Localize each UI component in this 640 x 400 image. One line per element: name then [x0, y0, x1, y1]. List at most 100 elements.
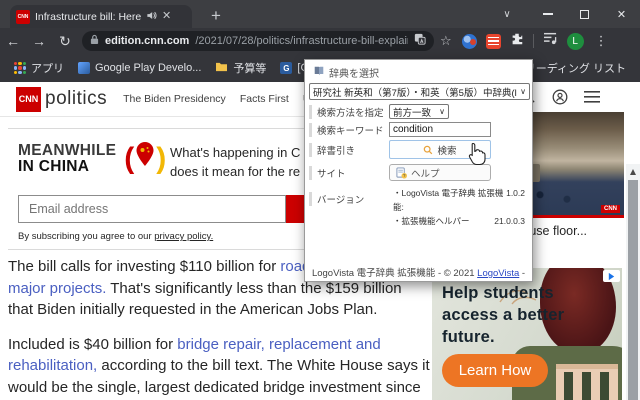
url-domain: edition.cnn.com: [105, 35, 190, 47]
adchoices-icon[interactable]: [603, 270, 620, 282]
extensions-puzzle-icon[interactable]: [510, 32, 524, 51]
browser-tab[interactable]: CNN Infrastructure bill: Here's wha ✕: [10, 5, 192, 28]
lookup-label: 辞書引き: [309, 143, 389, 157]
minimize-button[interactable]: [529, 0, 566, 28]
help-button-label: ヘルプ: [411, 168, 440, 180]
version-item-value: 21.0.0.3: [494, 216, 525, 226]
forward-button[interactable]: →: [26, 33, 52, 49]
email-input[interactable]: [18, 195, 286, 223]
site-label: サイト: [309, 166, 389, 180]
privacy-policy-link[interactable]: privacy policy.: [154, 231, 213, 242]
maximize-button[interactable]: [566, 0, 603, 28]
ad-text-line3: future.: [442, 328, 495, 346]
media-controls-icon[interactable]: [543, 32, 558, 50]
window-controls: ✕: [529, 0, 640, 28]
nav-facts-first[interactable]: Facts First: [240, 93, 289, 105]
keyword-label: 検索キーワード: [309, 123, 389, 137]
chrome-menu-icon[interactable]: ⋮: [595, 33, 608, 49]
keyword-input[interactable]: [389, 122, 491, 137]
advertisement[interactable]: Help students access a better future. Le…: [432, 268, 622, 400]
mouse-cursor-hand: [466, 142, 486, 171]
bookmark-label: アプリ: [31, 63, 64, 75]
logovista-extension-popup: 辞典を選択 研究社 新英和（第7版）・和英（第5版）中辞典(l ∨ 検索方法を指…: [304, 59, 533, 282]
dictionary-select[interactable]: 研究社 新英和（第7版）・和英（第5版）中辞典(l ∨: [309, 83, 530, 100]
meanwhile-in-china-logo: MEANWHILE IN CHINA ( ): [18, 141, 166, 177]
china-pin-icon: [134, 141, 156, 177]
logo-paren-right: ): [156, 142, 167, 175]
bookmark-label: Google Play Develo...: [95, 62, 202, 74]
lookup-row: 辞書引き 検索: [309, 140, 491, 159]
scrollbar-thumb[interactable]: [628, 180, 638, 400]
back-button[interactable]: ←: [0, 33, 26, 49]
translate-icon[interactable]: [414, 32, 426, 50]
logo-paren-left: (: [124, 142, 135, 175]
cnn-favicon: CNN: [16, 9, 30, 24]
bookmark-budget-folder[interactable]: 予算等: [215, 60, 266, 76]
lock-icon[interactable]: [90, 32, 99, 50]
profile-avatar[interactable]: L: [566, 32, 584, 50]
google-play-icon: [78, 62, 90, 74]
audio-playing-icon[interactable]: [146, 10, 157, 24]
version-item-name: ・拡張機能ヘルパー: [393, 216, 470, 226]
apps-grid-icon: [14, 62, 26, 74]
ad-building-illustration: [556, 364, 618, 400]
site-row: サイト ? ヘルプ: [309, 164, 491, 181]
version-item-name: ・LogoVista 電子辞典 拡張機能:: [393, 188, 504, 212]
ad-text-line2: access a better: [442, 306, 565, 324]
search-method-select[interactable]: 前方一致 ∨: [389, 104, 449, 119]
help-page-icon: ?: [396, 167, 407, 178]
chevron-down-icon: ∨: [439, 107, 445, 116]
version-label: バージョン: [309, 192, 389, 206]
logovista-link[interactable]: LogoVista: [477, 268, 519, 279]
newsletter-description: What's happening in C does it mean for t…: [170, 143, 300, 181]
tab-search-chevron-icon[interactable]: ∨: [492, 0, 522, 28]
bookmark-apps[interactable]: アプリ: [14, 60, 64, 76]
page-scrollbar[interactable]: [626, 164, 640, 400]
popup-header: 辞典を選択: [313, 65, 379, 80]
account-icon[interactable]: [552, 89, 568, 110]
popup-footer: LogoVista 電子辞典 拡張機能 - © 2021 LogoVista -: [305, 265, 532, 279]
extension-icon-blue[interactable]: [461, 33, 477, 49]
article-paragraph-2: Included is $40 billion for bridge repai…: [8, 334, 430, 400]
search-method-label: 検索方法を指定: [309, 105, 389, 119]
logovista-extension-icon[interactable]: [485, 33, 501, 49]
learn-how-button[interactable]: Learn How: [442, 354, 548, 387]
dictionary-select-value: 研究社 新英和（第7版）・和英（第5版）中辞典(l: [313, 87, 517, 99]
newsletter-desc-line1: What's happening in C: [170, 145, 301, 160]
newsletter-desc-line2: does it mean for the re: [170, 164, 301, 179]
newsletter-title-line2: IN CHINA: [18, 158, 90, 175]
thumbnail-cnn-logo: CNN: [601, 205, 620, 213]
search-button-label: 検索: [437, 145, 457, 157]
bookmark-label: 予算等: [233, 63, 267, 75]
new-tab-button[interactable]: +: [204, 4, 228, 28]
nav-biden-presidency[interactable]: The Biden Presidency: [123, 93, 226, 105]
window-close-button[interactable]: ✕: [603, 0, 640, 28]
cnn-logo[interactable]: CNN: [16, 86, 41, 112]
popup-title: 辞典を選択: [329, 69, 379, 80]
scrollbar-up-arrow[interactable]: [630, 169, 636, 175]
bookmark-google-play[interactable]: Google Play Develo...: [78, 62, 201, 74]
window-titlebar: CNN Infrastructure bill: Here's wha ✕ + …: [0, 0, 640, 28]
hamburger-menu-icon[interactable]: [584, 90, 600, 108]
version-item-value: 1.0.2: [506, 188, 525, 198]
extensions-area: L ⋮: [461, 32, 616, 51]
search-method-row: 検索方法を指定 前方一致 ∨: [309, 104, 449, 119]
reload-button[interactable]: ↻: [52, 33, 78, 50]
footer-text: LogoVista 電子辞典 拡張機能 - © 2021: [311, 268, 478, 279]
disclaimer-text: By subscribing you agree to our: [18, 231, 155, 242]
p2-text: Included is $40 billion for: [8, 335, 178, 353]
address-bar[interactable]: edition.cnn.com /2021/07/28/politics/inf…: [82, 31, 434, 51]
dictionary-book-icon: [313, 65, 325, 80]
reading-list-label: リーディング リスト: [524, 63, 626, 75]
newsletter-disclaimer: By subscribing you agree to our privacy …: [18, 231, 213, 242]
tab-title: Infrastructure bill: Here's wha: [35, 10, 141, 23]
ad-text-line1: Help students: [442, 284, 554, 302]
groupsession-icon: G: [280, 62, 293, 74]
tab-close-icon[interactable]: ✕: [162, 11, 171, 22]
newsletter-title-line1: MEANWHILE: [18, 142, 117, 159]
version-row: バージョン: [309, 192, 389, 206]
footer-suffix: -: [519, 268, 526, 279]
folder-icon: [215, 61, 228, 75]
cnn-section-title[interactable]: politics: [45, 88, 107, 110]
bookmark-star-icon[interactable]: ☆: [440, 33, 452, 49]
